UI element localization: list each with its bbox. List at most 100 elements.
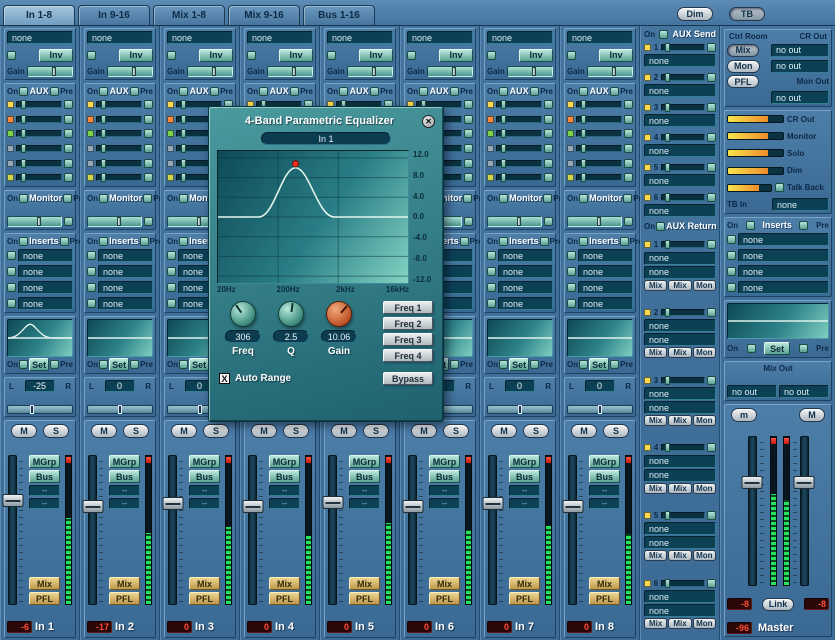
cr-out-level-slider[interactable]	[727, 115, 784, 123]
freq4-button[interactable]: Freq 4	[383, 349, 433, 362]
aux-send-master-thumb[interactable]	[665, 73, 670, 82]
aux-send-thumb[interactable]	[21, 115, 26, 124]
talkback-button[interactable]	[775, 183, 784, 192]
aux-send-thumb[interactable]	[581, 115, 586, 124]
insert-select[interactable]: none	[18, 265, 73, 278]
monitor-toggle[interactable]	[144, 217, 153, 226]
aux-send-master-thumb[interactable]	[665, 43, 670, 52]
insert-select[interactable]: none	[498, 281, 553, 294]
input-on-button[interactable]	[327, 51, 336, 60]
aux-send-master-slider[interactable]	[661, 194, 705, 201]
aux-send-on-toggle[interactable]	[707, 133, 716, 142]
aux-send-thumb[interactable]	[21, 100, 26, 109]
aux-send-slider[interactable]	[496, 116, 542, 123]
aux-return-input-select[interactable]: none	[644, 387, 716, 400]
solo-level-slider[interactable]	[727, 149, 784, 157]
fader-cap[interactable]	[162, 497, 183, 510]
gain-slider-thumb[interactable]	[212, 67, 216, 76]
cr-mon-button[interactable]: Mon	[727, 60, 760, 73]
return-mix-left-button[interactable]: Mix	[644, 415, 667, 426]
bus-assign-2[interactable]: --	[429, 498, 460, 509]
view-tab[interactable]: Bus 1-16	[303, 5, 375, 25]
aux-return-on-toggle[interactable]	[707, 579, 716, 588]
insert-on-button[interactable]	[87, 283, 96, 292]
pfl-button[interactable]: PFL	[189, 592, 220, 605]
aux-send-thumb[interactable]	[101, 129, 106, 138]
freq2-button[interactable]: Freq 2	[383, 317, 433, 330]
aux-return-slider[interactable]	[661, 377, 705, 384]
aux-send-thumb[interactable]	[581, 129, 586, 138]
channel-fader[interactable]	[408, 455, 417, 605]
gain-slider-thumb[interactable]	[292, 67, 296, 76]
bus-assign-2[interactable]: --	[269, 498, 300, 509]
bus-button[interactable]: Bus	[429, 470, 460, 483]
inserts-pre-button[interactable]	[620, 237, 629, 246]
input-select[interactable]: none	[567, 31, 633, 44]
aux-on-button[interactable]	[499, 87, 508, 96]
aux-return-thumb[interactable]	[665, 579, 670, 588]
return-mon-button[interactable]: Mon	[693, 618, 716, 629]
master-insert-select[interactable]: none	[738, 233, 829, 246]
aux-send-toggle[interactable]	[464, 129, 473, 138]
bus-assign-2[interactable]: --	[509, 498, 540, 509]
eq-display[interactable]	[567, 319, 633, 357]
inserts-pre-button[interactable]	[140, 237, 149, 246]
aux-send-on-toggle[interactable]	[707, 103, 716, 112]
aux-return-input-select-2[interactable]: none	[644, 401, 716, 414]
aux-send-master-slider[interactable]	[661, 104, 705, 111]
aux-send-on-toggle[interactable]	[707, 163, 716, 172]
bus-assign-2[interactable]: --	[589, 498, 620, 509]
aux-send-thumb[interactable]	[501, 159, 506, 168]
gain-slider-thumb[interactable]	[612, 67, 616, 76]
gain-slider[interactable]	[427, 66, 473, 77]
inserts-pre-button[interactable]	[60, 237, 69, 246]
aux-send-slider[interactable]	[496, 160, 542, 167]
master-insert-on-button[interactable]	[727, 267, 736, 276]
aux-send-slider[interactable]	[16, 101, 62, 108]
aux-send-on-toggle[interactable]	[707, 193, 716, 202]
gain-slider-thumb[interactable]	[132, 67, 136, 76]
aux-send-on-toggle[interactable]	[707, 43, 716, 52]
aux-pre-button[interactable]	[50, 87, 59, 96]
invert-button[interactable]: Inv	[119, 49, 153, 62]
input-on-button[interactable]	[87, 51, 96, 60]
pan-slider[interactable]	[567, 405, 633, 414]
insert-select[interactable]: none	[498, 265, 553, 278]
view-tab[interactable]: In 9-16	[78, 5, 150, 25]
aux-send-toggle[interactable]	[64, 173, 73, 182]
aux-send-output-select[interactable]: none	[644, 174, 716, 187]
eq-on-button[interactable]	[579, 360, 588, 369]
aux-return-input-select-2[interactable]: none	[644, 604, 716, 617]
gain-slider-thumb[interactable]	[452, 67, 456, 76]
aux-return-input-select-2[interactable]: none	[644, 266, 716, 279]
mute-button[interactable]: M	[171, 424, 197, 438]
solo-button[interactable]: S	[603, 424, 629, 438]
bus-assign-2[interactable]: --	[29, 498, 60, 509]
aux-send-slider[interactable]	[576, 116, 622, 123]
eq-pre-button[interactable]	[50, 360, 59, 369]
monitor-pre-button[interactable]	[623, 194, 632, 203]
aux-send-slider[interactable]	[576, 145, 622, 152]
aux-send-thumb[interactable]	[501, 100, 506, 109]
aux-send-toggle[interactable]	[544, 173, 553, 182]
aux-send-on-toggle[interactable]	[707, 73, 716, 82]
aux-send-toggle[interactable]	[464, 115, 473, 124]
invert-button[interactable]: Inv	[199, 49, 233, 62]
aux-send-master-slider[interactable]	[661, 74, 705, 81]
monitor-slider[interactable]	[87, 216, 142, 227]
aux-send-toggle[interactable]	[64, 115, 73, 124]
insert-on-button[interactable]	[567, 267, 576, 276]
input-select[interactable]: none	[407, 31, 473, 44]
eq-pre-button[interactable]	[530, 360, 539, 369]
monitor-toggle[interactable]	[64, 217, 73, 226]
master-insert-on-button[interactable]	[727, 283, 736, 292]
insert-select[interactable]: none	[98, 297, 153, 310]
insert-on-button[interactable]	[7, 251, 16, 260]
insert-select[interactable]: none	[98, 249, 153, 262]
pfl-button[interactable]: PFL	[349, 592, 380, 605]
eq-display[interactable]	[7, 319, 73, 357]
aux-send-toggle[interactable]	[544, 144, 553, 153]
master-insert-select[interactable]: none	[738, 265, 829, 278]
aux-send-output-select[interactable]: none	[644, 84, 716, 97]
aux-send-slider[interactable]	[576, 174, 622, 181]
